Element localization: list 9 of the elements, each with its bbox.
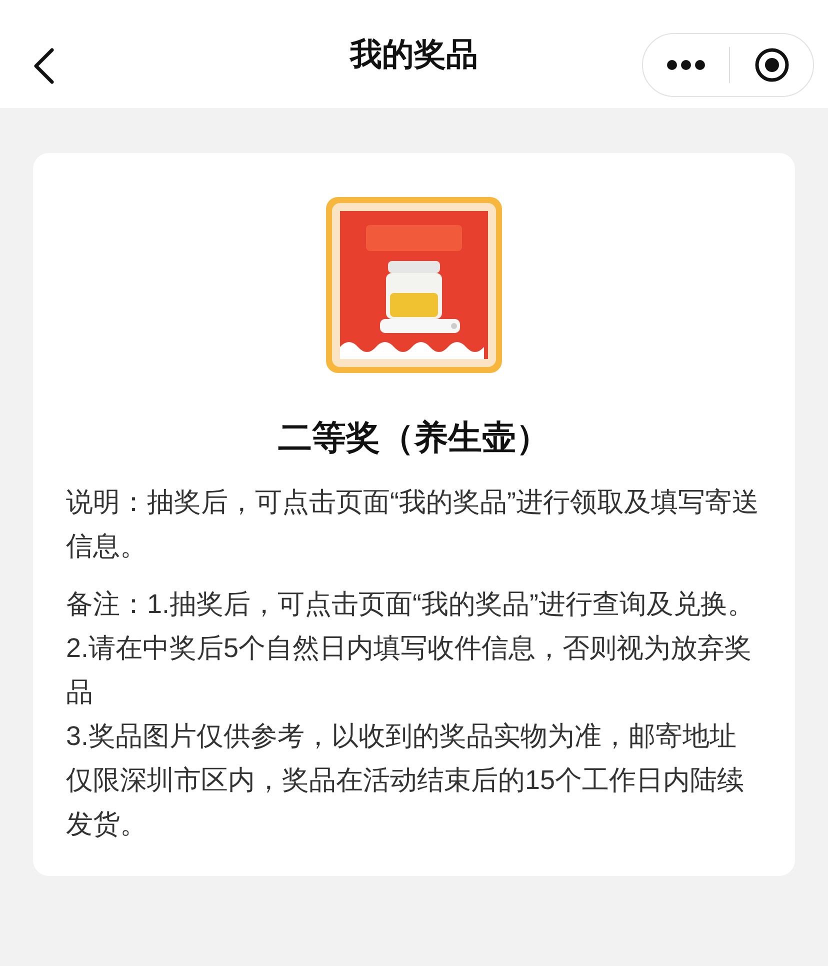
note-text: 备注：1.抽奖后，可点击页面“我的奖品”进行查询及兑换。 bbox=[66, 588, 756, 621]
more-icon bbox=[666, 59, 706, 71]
target-icon bbox=[754, 47, 790, 83]
page-title: 我的奖品 bbox=[350, 35, 478, 74]
description-text: 说明：抽奖后，可点击页面“我的奖品”进行领取及填写寄送信息。 bbox=[66, 486, 760, 563]
note-text: 2.请在中奖后5个自然日内填写收件信息，否则视为放弃奖品 bbox=[66, 632, 753, 709]
note-text: 3.奖品图片仅供参考，以收到的奖品实物为准，邮寄地址仅限深圳市区内，奖品在活动结束后的15个工作日内陆续发货。 bbox=[66, 720, 746, 841]
back-icon bbox=[33, 48, 55, 84]
prize-title: 二等奖（养生壶） bbox=[278, 418, 550, 459]
